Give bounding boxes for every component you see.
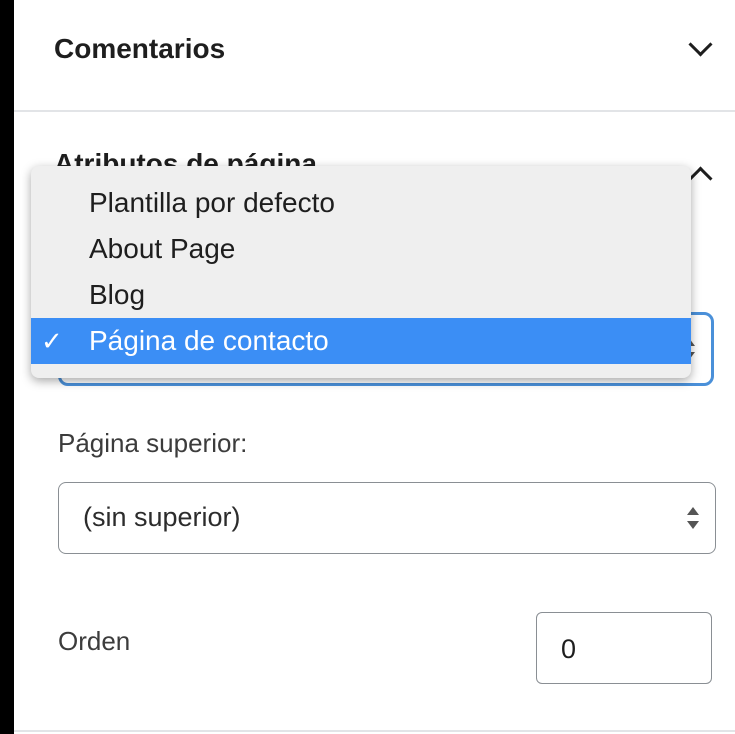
dropdown-option-default-template[interactable]: Plantilla por defecto [31, 180, 691, 226]
order-label: Orden [58, 626, 131, 656]
chevron-up-icon[interactable] [688, 166, 713, 191]
comments-section-header[interactable]: Comentarios [14, 0, 735, 112]
dropdown-option-blog[interactable]: Blog [31, 272, 691, 318]
parent-page-value: (sin superior) [83, 502, 241, 532]
option-label: Plantilla por defecto [89, 187, 335, 218]
option-label: Página de contacto [89, 325, 329, 356]
dropdown-option-contact-page[interactable]: ✓ Página de contacto [31, 318, 691, 364]
parent-page-label: Página superior: [58, 428, 248, 458]
order-input[interactable]: 0 [536, 612, 712, 684]
option-label: Blog [89, 279, 146, 310]
dropdown-option-about-page[interactable]: About Page [31, 226, 691, 272]
checkmark-icon: ✓ [41, 326, 63, 356]
divider [14, 730, 735, 732]
settings-sidebar: Comentarios Atributos de página Plantill… [14, 0, 735, 734]
template-dropdown-menu[interactable]: Plantilla por defecto About Page Blog ✓ … [31, 166, 691, 378]
chevron-down-icon[interactable] [688, 32, 713, 57]
parent-page-select[interactable]: (sin superior) [58, 482, 716, 554]
comments-section-title: Comentarios [54, 33, 226, 64]
order-value: 0 [561, 634, 577, 664]
page: Comentarios Atributos de página Plantill… [0, 0, 735, 734]
select-arrows-icon [687, 507, 699, 529]
option-label: About Page [89, 233, 236, 264]
